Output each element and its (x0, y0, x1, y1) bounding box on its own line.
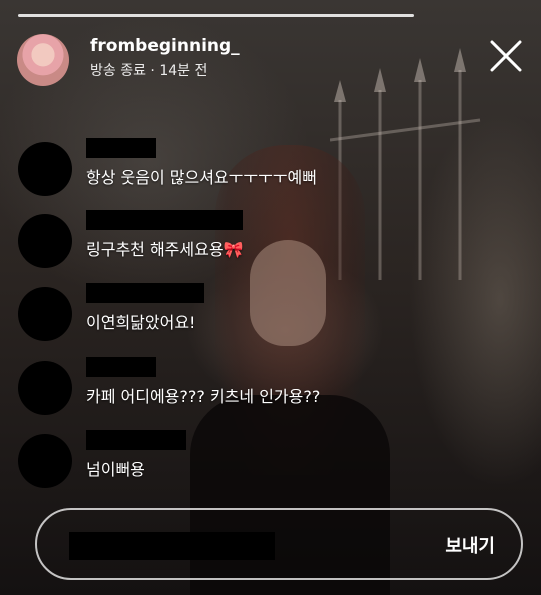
comment-input-bar[interactable]: 보내기 (35, 508, 523, 580)
comment-text: 이연희닮았어요! (86, 313, 196, 332)
comment-item: 항상 웃음이 많으셔요ㅜㅜㅜㅜ예뻐 (18, 138, 518, 200)
comment-input-redacted[interactable] (69, 532, 275, 560)
broadcast-status: 방송 종료 · 14분 전 (90, 63, 208, 79)
close-icon (490, 40, 522, 72)
send-button[interactable]: 보내기 (445, 532, 495, 558)
comment-item: 링구추천 해주세요용🎀 (18, 210, 518, 272)
close-button[interactable] (486, 36, 526, 76)
commenter-avatar-redacted (18, 142, 72, 196)
commenter-name-redacted (86, 210, 243, 230)
commenter-name-redacted (86, 138, 156, 158)
comment-item: 이연희닮았어요! (18, 283, 518, 345)
commenter-name-redacted (86, 283, 204, 303)
commenter-avatar-redacted (18, 434, 72, 488)
comment-item: 넘이뻐용 (18, 430, 518, 492)
comment-text: 항상 웃음이 많으셔요ㅜㅜㅜㅜ예뻐 (86, 168, 317, 187)
commenter-avatar-redacted (18, 361, 72, 415)
commenter-name-redacted (86, 357, 156, 377)
comment-text: 카페 어디에용??? 키츠네 인가용?? (86, 387, 321, 406)
comment-item: 카페 어디에용??? 키츠네 인가용?? (18, 357, 518, 419)
commenter-avatar-redacted (18, 287, 72, 341)
broadcaster-username[interactable]: frombeginning_ (90, 36, 240, 56)
comment-text: 링구추천 해주세요용🎀 (86, 240, 244, 259)
commenter-name-redacted (86, 430, 186, 450)
commenter-avatar-redacted (18, 214, 72, 268)
playback-progress-bar (18, 14, 414, 17)
broadcaster-avatar[interactable] (17, 34, 69, 86)
comment-text: 넘이뻐용 (86, 460, 145, 479)
